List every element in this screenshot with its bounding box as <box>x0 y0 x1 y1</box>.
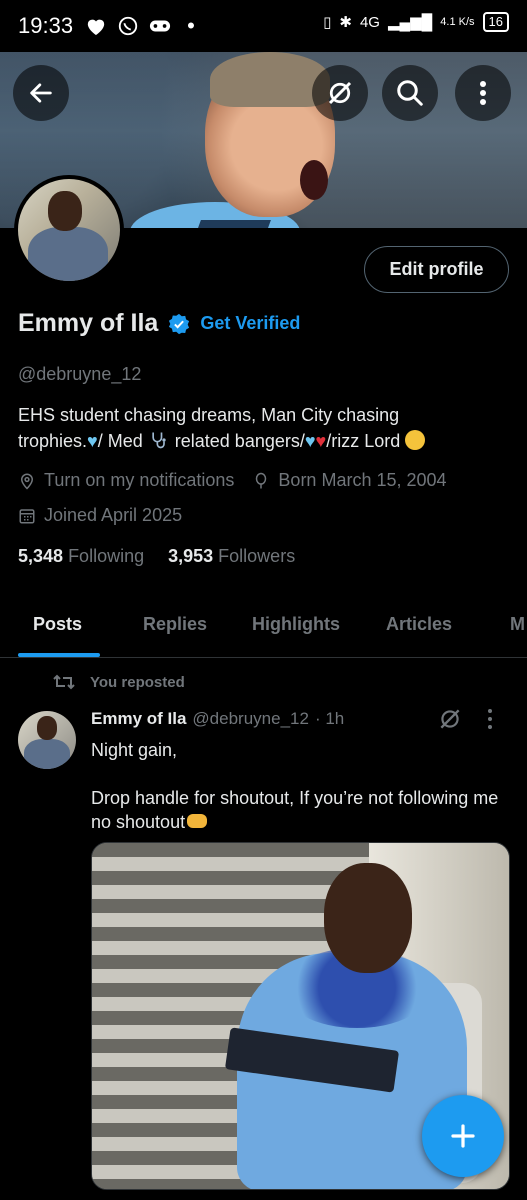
bio-segment-c: related bangers/ <box>169 431 305 451</box>
bio-segment-b: / Med <box>97 431 148 451</box>
repost-indicator: You reposted <box>52 672 185 692</box>
more-options-button[interactable] <box>455 65 511 121</box>
avatar-face <box>48 191 82 231</box>
following-link[interactable]: 5,348 Following <box>18 546 144 567</box>
search-button[interactable] <box>382 65 438 121</box>
back-button[interactable] <box>13 65 69 121</box>
profile-name-row: Emmy of Ila Get Verified <box>18 309 300 338</box>
get-verified-link[interactable]: Get Verified <box>200 313 300 334</box>
balloon-icon <box>256 472 267 488</box>
post-grok-button[interactable] <box>437 706 463 737</box>
post-avatar-face <box>37 716 57 740</box>
post-author-handle[interactable]: @debruyne_12 <box>192 709 309 729</box>
follow-stats: 5,348 Following 3,953 Followers <box>18 546 295 567</box>
bio-segment-a: trophies. <box>18 431 88 451</box>
grok-icon <box>328 81 352 105</box>
location-pin-icon <box>20 473 34 490</box>
repost-icon <box>53 674 75 690</box>
edit-profile-button[interactable]: Edit profile <box>364 246 509 293</box>
born-text: Born March 15, 2004 <box>278 470 447 490</box>
blue-heart-icon: ♥ <box>87 431 98 451</box>
tab-highlights[interactable]: Highlights <box>252 614 340 635</box>
post-text: Night gain, Drop handle for shoutout, If… <box>91 738 511 834</box>
repost-label: You reposted <box>90 673 185 691</box>
bio-segment-d: /rizz Lord <box>326 431 406 451</box>
status-left-icons: • <box>85 13 195 39</box>
profile-tabs: Posts Replies Highlights Articles M <box>0 596 527 658</box>
profile-handle: @debruyne_12 <box>18 364 142 384</box>
grok-icon <box>440 709 460 729</box>
network-type: 4G <box>359 13 380 31</box>
post-text-body: Drop handle for shoutout, If you’re not … <box>91 788 499 832</box>
profile-bio: EHS student chasing dreams, Man City cha… <box>18 402 513 454</box>
grok-button[interactable] <box>312 65 368 121</box>
status-bar: 19:33 • ▯ ✱ 4G ▂▄▆█ 4.1 K/s 16 <box>0 0 527 52</box>
active-tab-indicator <box>18 653 100 657</box>
gamepad-icon <box>149 20 171 32</box>
network-speed: 4.1 K/s <box>440 16 475 28</box>
post-text-line-2: Drop handle for shoutout, If you’re not … <box>91 786 511 834</box>
notifications-text: Turn on my notifications <box>44 470 235 490</box>
bluetooth-icon: ✱ <box>339 14 352 31</box>
more-vertical-icon <box>488 709 492 729</box>
profile-avatar[interactable] <box>14 175 124 285</box>
avatar-image <box>18 179 120 281</box>
banner-player-mouth <box>300 160 328 200</box>
crying-face-icon <box>405 430 426 450</box>
bio-line-1: EHS student chasing dreams, Man City cha… <box>18 405 400 425</box>
dot-icon: • <box>187 13 195 38</box>
tab-articles[interactable]: Articles <box>386 614 452 635</box>
followers-label: Followers <box>218 546 296 566</box>
post-more-button[interactable] <box>487 708 493 735</box>
post-header: Emmy of Ila @debruyne_12 · 1h <box>91 709 344 729</box>
status-time: 19:33 <box>18 13 74 38</box>
verified-badge-icon[interactable] <box>168 313 190 335</box>
heart-icon <box>87 19 105 36</box>
blue-heart-icon-2: ♥ <box>304 431 316 451</box>
followers-count: 3,953 <box>168 546 214 566</box>
vibrate-icon: ▯ <box>323 14 332 31</box>
arrow-left-icon <box>30 83 52 103</box>
notifications-item[interactable]: Turn on my notifications <box>18 470 234 491</box>
status-right-icons: ▯ ✱ 4G ▂▄▆█ 4.1 K/s 16 <box>323 12 509 32</box>
post-avatar-body <box>24 739 70 769</box>
tab-media[interactable]: M <box>510 614 525 635</box>
post-author-name[interactable]: Emmy of Ila <box>91 709 186 729</box>
signal-icon: ▂▄▆█ <box>387 14 433 31</box>
more-vertical-icon <box>480 81 486 105</box>
stethoscope-icon <box>152 432 166 449</box>
tab-replies[interactable]: Replies <box>143 614 207 635</box>
followers-link[interactable]: 3,953 Followers <box>168 546 295 567</box>
avatar-body <box>28 227 108 281</box>
post-text-line-1: Night gain, <box>91 740 178 760</box>
handshake-emoji <box>187 814 208 828</box>
compose-fab-button[interactable] <box>422 1095 504 1177</box>
profile-meta-row: Turn on my notifications Born March 15, … <box>18 470 447 491</box>
plus-icon <box>451 1124 475 1148</box>
media-man-head <box>324 863 412 973</box>
red-heart-icon: ♥ <box>315 431 327 451</box>
profile-joined-row: Joined April 2025 <box>18 505 182 526</box>
calendar-icon <box>19 508 35 523</box>
bio-line-2: trophies.♥/ Med related bangers/♥♥/rizz … <box>18 428 513 454</box>
profile-name: Emmy of Ila <box>18 309 159 337</box>
following-count: 5,348 <box>18 546 64 566</box>
battery-icon: 16 <box>482 12 509 32</box>
tab-posts[interactable]: Posts <box>33 614 82 635</box>
search-icon <box>397 80 423 106</box>
birthday-item: Born March 15, 2004 <box>252 470 447 491</box>
whatsapp-icon <box>118 16 138 36</box>
post-timestamp: · 1h <box>314 709 345 728</box>
joined-text: Joined April 2025 <box>44 505 183 525</box>
post-author-avatar[interactable] <box>18 711 76 769</box>
following-label: Following <box>68 546 145 566</box>
